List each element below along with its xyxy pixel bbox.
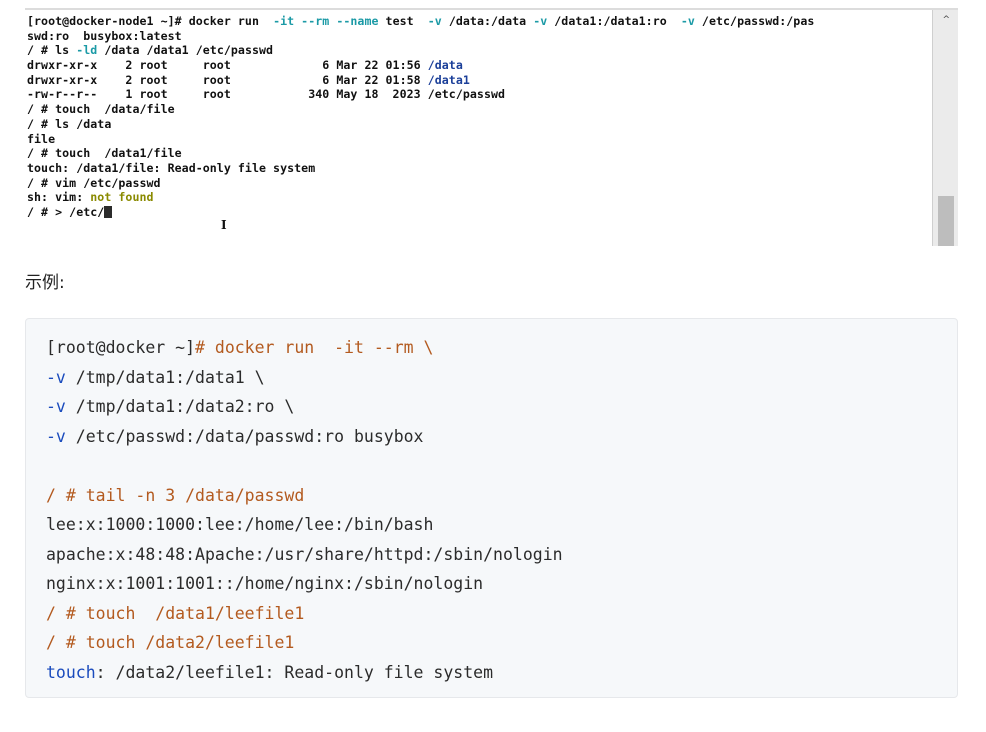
text-segment: /data:/data	[441, 14, 534, 28]
code-line: / # touch /data2/leefile1	[46, 628, 563, 658]
text-segment: [root@docker-node1 ~]# docker run	[27, 14, 274, 28]
text-segment: / # vim /etc/passwd	[27, 175, 161, 190]
terminal-line: [root@docker-node1 ~]# docker run -it --…	[27, 14, 932, 29]
text-segment: -v	[46, 397, 66, 416]
terminal-line: / # vim /etc/passwd	[27, 176, 932, 191]
text-segment: nginx:x:1001:1001::/home/nginx:/sbin/nol…	[46, 574, 484, 593]
text-segment: -v	[680, 14, 695, 28]
code-line: lee:x:1000:1000:lee:/home/lee:/bin/bash	[46, 510, 563, 540]
code-line: / # touch /data1/leefile1	[46, 599, 563, 629]
terminal-line: / # ls /data	[27, 117, 932, 132]
text-segment: /data /data1 /etc/passwd	[97, 43, 274, 58]
text-segment: / # touch /data/file	[27, 102, 175, 117]
text-segment: /tmp/data1:/data1 \	[65, 367, 265, 387]
text-segment: -ld	[76, 43, 98, 58]
terminal-line: / # > /etc/	[27, 205, 932, 220]
terminal-line: -rw-r--r-- 1 root root 340 May 18 2023 /…	[27, 87, 932, 102]
terminal-line: / # touch /data1/file	[27, 146, 932, 161]
text-segment: /etc/passwd:/data/passwd:ro busybox	[65, 426, 424, 446]
text-segment: apache:x:48:48:Apache:/usr/share/httpd:/…	[46, 544, 563, 564]
terminal-line: drwxr-xr-x 2 root root 6 Mar 22 01:58 /d…	[27, 73, 932, 88]
terminal-line: swd:ro busybox:latest	[27, 29, 932, 44]
text-segment: not found	[90, 190, 154, 205]
terminal-screenshot: [root@docker-node1 ~]# docker run -it --…	[25, 8, 958, 246]
text-segment: -v	[427, 14, 442, 28]
text-segment: /data1	[427, 72, 470, 87]
text-segment: / # touch /data2/leefile1	[46, 633, 295, 652]
code-line: nginx:x:1001:1001::/home/nginx:/sbin/nol…	[46, 569, 563, 599]
text-cursor-ibeam-icon: I	[221, 218, 227, 232]
text-segment: / # ls	[27, 43, 77, 58]
text-segment: touch	[46, 662, 96, 682]
text-segment: file	[27, 131, 56, 146]
code-line: -v /tmp/data1:/data1 \	[46, 363, 563, 393]
text-segment: -v	[533, 14, 548, 28]
text-segment: drwxr-xr-x 2 root root 6 Mar 22 01:58	[27, 72, 428, 87]
terminal-line: drwxr-xr-x 2 root root 6 Mar 22 01:56 /d…	[27, 58, 932, 73]
code-line: / # tail -n 3 /data/passwd	[46, 481, 563, 511]
text-segment: sh: vim:	[27, 190, 91, 205]
text-segment: [root@docker ~]	[46, 338, 196, 357]
terminal-line: / # touch /data/file	[27, 102, 932, 117]
code-line: touch: /data2/leefile1: Read-only file s…	[46, 658, 563, 688]
text-segment: lee:x:1000:1000:lee:/home/lee:/bin/bash	[46, 515, 434, 534]
text-segment: drwxr-xr-x 2 root root 6 Mar 22 01:56	[27, 58, 428, 73]
code-content: [root@docker ~]# docker run -it --rm \ -v…	[46, 333, 563, 687]
text-segment: / # touch /data1/leefile1	[46, 603, 305, 623]
text-segment: / # > /etc/	[27, 204, 105, 219]
code-line: -v /etc/passwd:/data/passwd:ro busybox	[46, 422, 563, 452]
text-segment: -v	[46, 426, 66, 446]
text-segment: -v	[46, 367, 66, 387]
scrollbar-thumb[interactable]	[938, 196, 954, 246]
terminal-scrollbar[interactable]: ^	[932, 10, 958, 246]
text-segment: -it --rm --name	[273, 14, 379, 28]
text-segment: / # ls /data	[27, 116, 112, 131]
example-caption: 示例:	[25, 273, 65, 293]
text-segment: /data	[427, 58, 463, 73]
terminal-line: sh: vim: not found	[27, 190, 932, 205]
text-segment: test	[378, 14, 428, 28]
text-segment: -rw-r--r-- 1 root root 340 May 18 2023 /…	[27, 87, 506, 102]
terminal-line: file	[27, 132, 932, 147]
text-segment: : /data2/leefile1: Read-only file system	[95, 662, 494, 682]
code-block: [root@docker ~]# docker run -it --rm \ -v…	[25, 318, 958, 698]
scroll-up-arrow-icon[interactable]: ^	[942, 15, 950, 25]
text-segment: / # tail -n 3 /data/passwd	[46, 485, 305, 505]
terminal-line: / # ls -ld /data /data1 /etc/passwd	[27, 43, 932, 58]
code-line: -v /tmp/data1:/data2:ro \	[46, 392, 563, 422]
text-segment: touch: /data1/file: Read-only file syste…	[27, 160, 316, 175]
text-segment: / # touch /data1/file	[27, 146, 182, 161]
terminal-output: [root@docker-node1 ~]# docker run -it --…	[27, 14, 932, 220]
text-segment: swd:ro busybox:latest	[27, 28, 182, 43]
text-segment: # docker run -it --rm \	[195, 338, 434, 357]
terminal-cursor	[104, 205, 113, 218]
text-segment: /etc/passwd:/pas	[694, 14, 815, 28]
code-line: apache:x:48:48:Apache:/usr/share/httpd:/…	[46, 540, 563, 570]
code-line: [root@docker ~]# docker run -it --rm \	[46, 333, 563, 363]
terminal-line: touch: /data1/file: Read-only file syste…	[27, 161, 932, 176]
text-segment: /data1:/data1:ro	[547, 14, 681, 28]
text-segment: /tmp/data1:/data2:ro \	[65, 397, 295, 416]
